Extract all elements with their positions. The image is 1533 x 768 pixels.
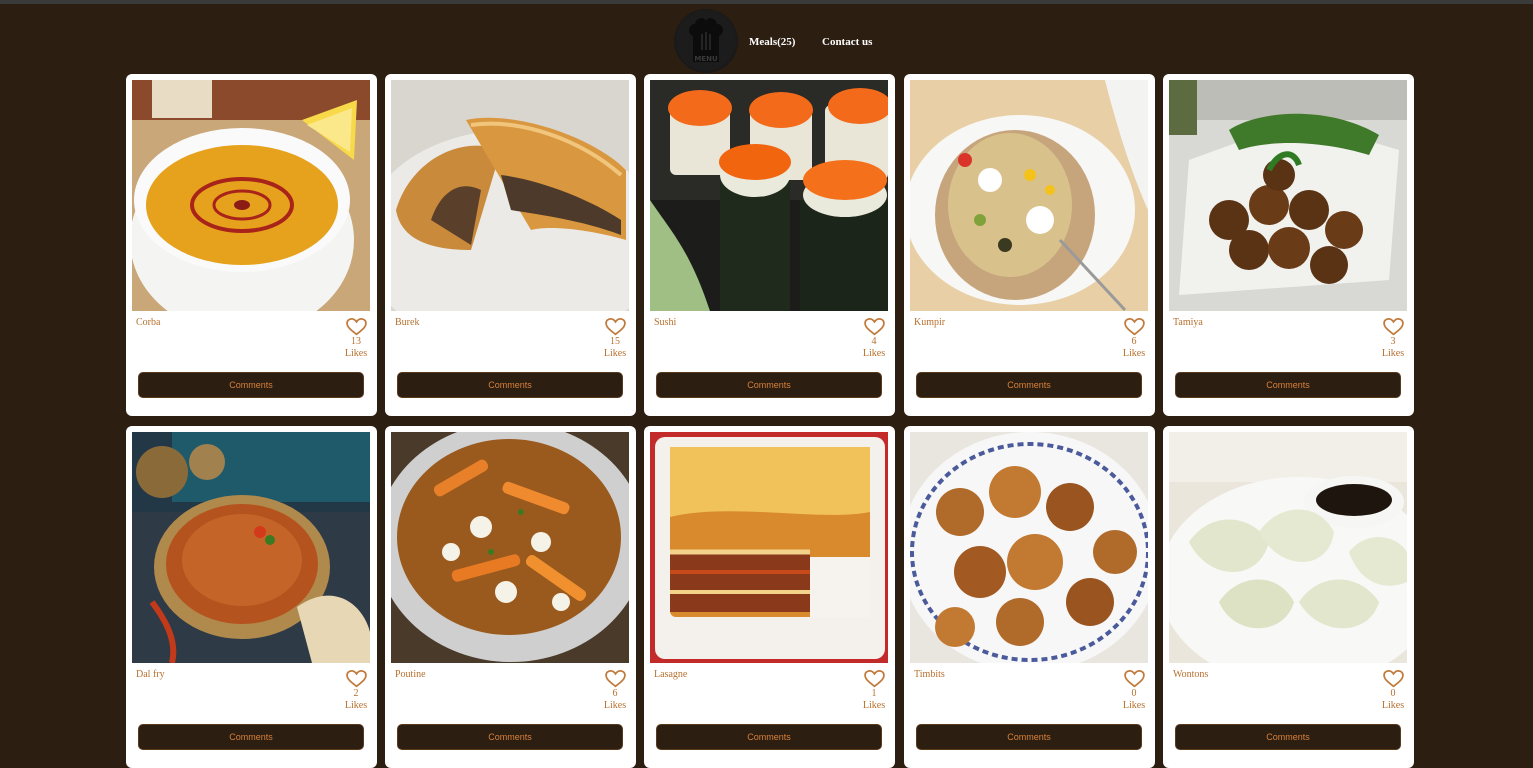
likes-block: 4 Likes bbox=[855, 318, 885, 360]
meal-name: Tamiya bbox=[1173, 317, 1203, 328]
likes-block: 0 Likes bbox=[1115, 670, 1145, 712]
heart-icon[interactable] bbox=[1124, 318, 1145, 336]
heart-icon[interactable] bbox=[605, 670, 626, 688]
like-count: 15 bbox=[610, 336, 620, 347]
like-label: Likes bbox=[862, 700, 886, 711]
meal-name: Sushi bbox=[654, 317, 677, 328]
like-label: Likes bbox=[1381, 348, 1405, 359]
comments-button[interactable]: Comments bbox=[656, 372, 882, 398]
heart-icon[interactable] bbox=[1124, 670, 1145, 688]
like-count: 0 bbox=[1131, 688, 1137, 699]
like-label: Likes bbox=[862, 348, 886, 359]
meal-card: Timbits 0 Likes Comments bbox=[904, 426, 1155, 768]
meal-card: Tamiya 3 Likes Comments bbox=[1163, 74, 1414, 416]
meal-photo bbox=[391, 80, 629, 311]
meal-name: Poutine bbox=[395, 669, 426, 680]
dal-fry-image bbox=[132, 432, 370, 663]
meal-photo bbox=[1169, 80, 1407, 311]
nav-contact-link[interactable]: Contact us bbox=[822, 36, 872, 48]
lasagne-image bbox=[650, 432, 888, 663]
meal-card: Dal fry 2 Likes Comments bbox=[126, 426, 377, 768]
like-label: Likes bbox=[1122, 700, 1146, 711]
meal-card: Corba 13 Likes Comments bbox=[126, 74, 377, 416]
nav-meals-link[interactable]: Meals(25) bbox=[749, 36, 795, 48]
meal-card: Wontons 0 Likes Comments bbox=[1163, 426, 1414, 768]
heart-icon[interactable] bbox=[864, 670, 885, 688]
like-label: Likes bbox=[603, 348, 627, 359]
chef-hat-logo-icon: MENU bbox=[676, 11, 736, 71]
like-label: Likes bbox=[1381, 700, 1405, 711]
meal-name: Corba bbox=[136, 317, 161, 328]
meal-name: Wontons bbox=[1173, 669, 1209, 680]
meal-card: Lasagne 1 Likes Comments bbox=[644, 426, 895, 768]
likes-block: 0 Likes bbox=[1374, 670, 1404, 712]
wontons-image bbox=[1169, 432, 1407, 663]
likes-block: 2 Likes bbox=[337, 670, 367, 712]
comments-button[interactable]: Comments bbox=[397, 724, 623, 750]
meal-photo bbox=[910, 80, 1148, 311]
corba-soup-image bbox=[132, 80, 370, 311]
like-label: Likes bbox=[603, 700, 627, 711]
like-label: Likes bbox=[1122, 348, 1146, 359]
like-count: 6 bbox=[1131, 336, 1137, 347]
likes-block: 6 Likes bbox=[596, 670, 626, 712]
likes-block: 3 Likes bbox=[1374, 318, 1404, 360]
top-border bbox=[0, 0, 1533, 4]
poutine-image bbox=[391, 432, 629, 663]
heart-icon[interactable] bbox=[605, 318, 626, 336]
meal-name: Dal fry bbox=[136, 669, 165, 680]
kumpir-image bbox=[910, 80, 1148, 311]
like-label: Likes bbox=[344, 700, 368, 711]
meal-name: Burek bbox=[395, 317, 420, 328]
like-count: 4 bbox=[871, 336, 877, 347]
like-count: 2 bbox=[353, 688, 359, 699]
heart-icon[interactable] bbox=[346, 670, 367, 688]
like-count: 1 bbox=[871, 688, 877, 699]
likes-block: 1 Likes bbox=[855, 670, 885, 712]
meal-name: Lasagne bbox=[654, 669, 688, 680]
timbits-image bbox=[910, 432, 1148, 663]
meal-name: Kumpir bbox=[914, 317, 946, 328]
heart-icon[interactable] bbox=[864, 318, 885, 336]
comments-button[interactable]: Comments bbox=[138, 724, 364, 750]
meal-card: Poutine 6 Likes Comments bbox=[385, 426, 636, 768]
comments-button[interactable]: Comments bbox=[1175, 372, 1401, 398]
tamiya-falafel-image bbox=[1169, 80, 1407, 311]
likes-block: 13 Likes bbox=[337, 318, 367, 360]
meal-photo bbox=[1169, 432, 1407, 663]
meal-photo bbox=[910, 432, 1148, 663]
like-count: 3 bbox=[1390, 336, 1396, 347]
heart-icon[interactable] bbox=[346, 318, 367, 336]
like-count: 13 bbox=[351, 336, 361, 347]
comments-button[interactable]: Comments bbox=[916, 372, 1142, 398]
like-label: Likes bbox=[344, 348, 368, 359]
meal-photo bbox=[132, 80, 370, 311]
top-navigation: MENU Meals(25) Contact us bbox=[0, 8, 1533, 74]
like-count: 0 bbox=[1390, 688, 1396, 699]
meal-photo bbox=[391, 432, 629, 663]
comments-button[interactable]: Comments bbox=[138, 372, 364, 398]
meal-photo bbox=[650, 80, 888, 311]
meal-photo bbox=[650, 432, 888, 663]
comments-button[interactable]: Comments bbox=[656, 724, 882, 750]
burek-image bbox=[391, 80, 629, 311]
meal-card: Burek 15 Likes Comments bbox=[385, 74, 636, 416]
comments-button[interactable]: Comments bbox=[397, 372, 623, 398]
comments-button[interactable]: Comments bbox=[916, 724, 1142, 750]
like-count: 6 bbox=[612, 688, 618, 699]
meal-card: Kumpir 6 Likes Comments bbox=[904, 74, 1155, 416]
heart-icon[interactable] bbox=[1383, 670, 1404, 688]
comments-button[interactable]: Comments bbox=[1175, 724, 1401, 750]
likes-block: 6 Likes bbox=[1115, 318, 1145, 360]
meal-card: Sushi 4 Likes Comments bbox=[644, 74, 895, 416]
meal-photo bbox=[132, 432, 370, 663]
likes-block: 15 Likes bbox=[596, 318, 626, 360]
menu-logo[interactable]: MENU bbox=[675, 10, 737, 72]
svg-text:MENU: MENU bbox=[694, 55, 718, 63]
heart-icon[interactable] bbox=[1383, 318, 1404, 336]
meal-name: Timbits bbox=[914, 669, 945, 680]
sushi-image bbox=[650, 80, 888, 311]
